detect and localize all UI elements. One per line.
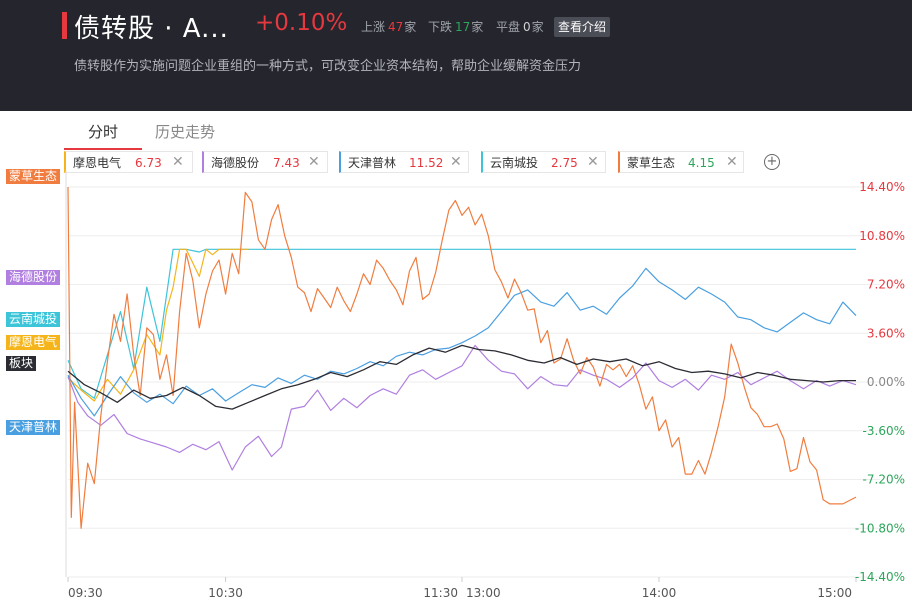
y-tick-label: -3.60% — [863, 424, 905, 438]
y-tick-label: 7.20% — [867, 278, 905, 292]
x-tick-label: 13:00 — [466, 586, 501, 600]
series-line-蒙草生态 — [67, 186, 857, 529]
series-line-板块 — [67, 344, 856, 410]
y-tick-label: 10.80% — [859, 229, 905, 243]
left-label-haide: 海德股份 — [6, 270, 61, 285]
left-label-mengcao: 蒙草生态 — [6, 169, 61, 184]
y-tick-label: 14.40% — [859, 180, 905, 194]
x-tick-label: 11:30 — [423, 586, 458, 600]
y-tick-label: -7.20% — [863, 473, 905, 487]
y-tick-label: -10.80% — [855, 521, 905, 535]
series-line-云南城投 — [67, 248, 856, 399]
y-tick-label: 0.00% — [867, 375, 905, 389]
left-label-tianjin: 天津普林 — [6, 420, 61, 435]
x-tick-label: 14:00 — [642, 586, 677, 600]
y-tick-label: -14.40% — [855, 570, 905, 584]
intraday-chart: 14.40% 10.80% 7.20% 3.60% 0.00% -3.60% -7.20% -… — [65, 170, 905, 600]
left-label-moen: 摩恩电气 — [6, 335, 61, 350]
x-tick-label: 15:00 — [817, 586, 852, 600]
x-tick-label: 09:30 — [68, 586, 103, 600]
x-tick-label: 10:30 — [208, 586, 243, 600]
left-label-yunnan: 云南城投 — [6, 312, 61, 327]
y-tick-label: 3.60% — [867, 326, 905, 340]
series-line-天津普林 — [67, 267, 857, 417]
left-label-sector: 板块 — [6, 356, 37, 371]
